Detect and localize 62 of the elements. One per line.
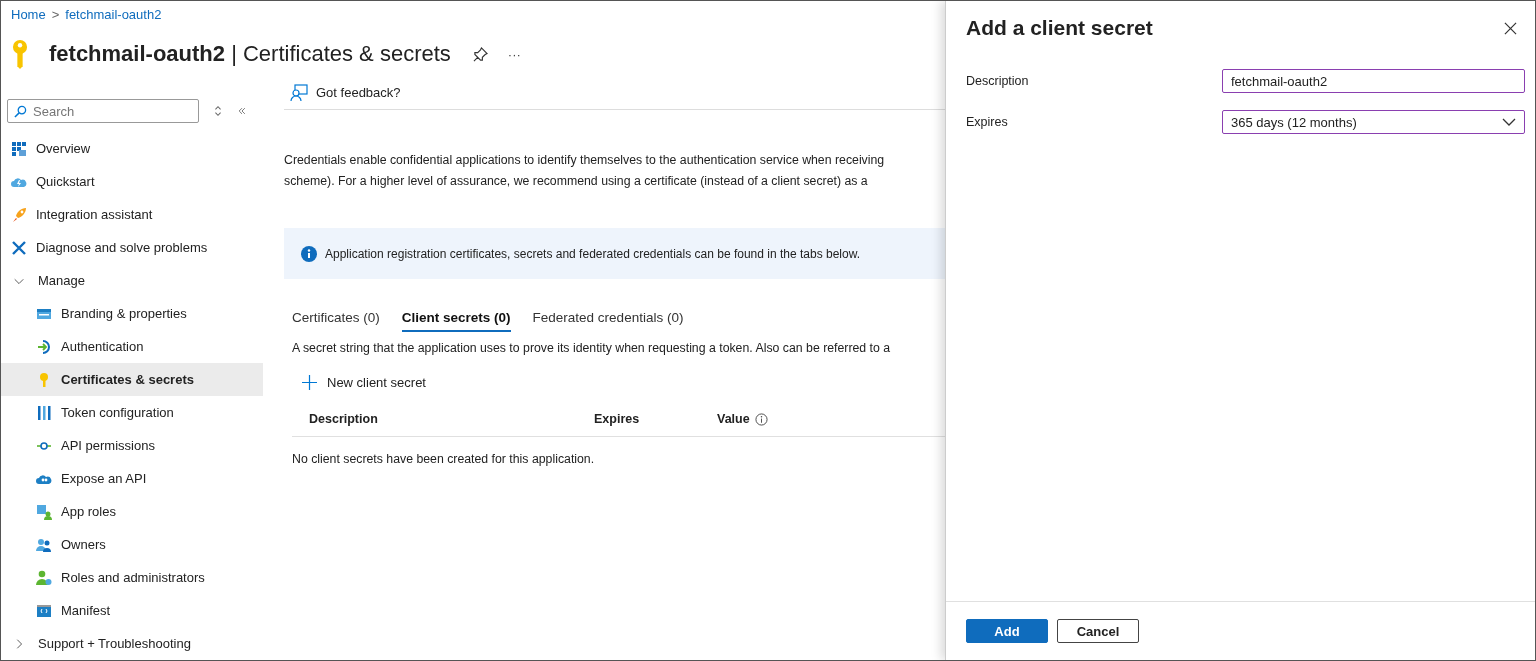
nav-item[interactable]: Token configuration (1, 396, 263, 429)
bars-icon (36, 404, 52, 421)
search-field[interactable]: Search (7, 99, 199, 123)
description-field[interactable]: fetchmail-oauth2 (1222, 69, 1525, 93)
nav-item[interactable]: Integration assistant (1, 198, 263, 231)
nav-item[interactable]: Manage (1, 264, 263, 297)
manifest-icon (36, 602, 52, 619)
field-label: Description (966, 74, 1030, 88)
nav-item[interactable]: Owners (1, 528, 263, 561)
key-icon (11, 39, 29, 69)
tab[interactable]: Federated credentials (0) (532, 304, 684, 332)
info-icon[interactable] (754, 412, 768, 426)
column-header: Value (717, 412, 750, 426)
breadcrumb-link[interactable]: fetchmail-oauth2 (65, 7, 162, 22)
chevron-icon (1502, 118, 1516, 126)
empty-message: No client secrets have been created for this application. (291, 451, 596, 468)
intro-text: scheme). For a higher level of assurance, we recommend using a certificate (instead of a client secret) as a (284, 173, 869, 190)
tools-icon (11, 239, 27, 256)
nav-item[interactable]: Diagnose and solve problems (1, 231, 263, 264)
search-icon (14, 105, 27, 118)
field-label: Expires (966, 115, 1009, 129)
nav-item[interactable]: API permissions (1, 429, 263, 462)
cancel-button[interactable]: Cancel (1057, 619, 1139, 643)
breadcrumb-link[interactable]: Home (11, 7, 46, 22)
panel-title: Add a client secret (966, 16, 1153, 40)
new-secret-button[interactable]: New client secret (284, 375, 426, 390)
nav-item[interactable]: App roles (1, 495, 263, 528)
feedback-button[interactable]: Got feedback? (284, 83, 401, 102)
nav-item[interactable]: Manifest (1, 594, 263, 627)
person-icon (36, 569, 52, 586)
expires-dropdown[interactable]: 365 days (12 months) (1222, 110, 1525, 134)
breadcrumb-separator: > (51, 7, 60, 22)
nav-item[interactable]: Quickstart (1, 165, 263, 198)
nav-item[interactable]: Branding & properties (1, 297, 263, 330)
nav-item[interactable]: Certificates & secrets (1, 363, 263, 396)
sign-in-icon (36, 338, 52, 355)
add-button[interactable]: Add (966, 619, 1048, 643)
tab[interactable]: Client secrets (0) (401, 304, 511, 332)
grid-icon (11, 140, 27, 157)
people-icon (36, 536, 52, 553)
intro-text: Credentials enable confidential applications to identify themselves to the authentication service when receiving (284, 152, 886, 169)
more-button[interactable]: ··· (507, 46, 521, 62)
column-header: Expires (594, 412, 641, 426)
feedback-icon (290, 83, 308, 102)
nav-item[interactable]: Overview (1, 132, 263, 165)
page-title: fetchmail-oauth2 | Certificates & secrets (49, 41, 451, 67)
nav-item[interactable]: Expose an API (1, 462, 263, 495)
pin-icon[interactable] (472, 46, 488, 62)
collapse-icon[interactable] (237, 105, 247, 117)
close-icon[interactable] (1504, 21, 1517, 35)
tab-description: A secret string that the application uses to prove its identity when requesting a token. Also can be referred to a (291, 340, 892, 357)
plus-icon (302, 375, 317, 390)
tab[interactable]: Certificates (0) (292, 304, 380, 332)
column-header: Description (308, 412, 379, 426)
grid-person-icon (36, 503, 52, 520)
nav-item[interactable]: Authentication (1, 330, 263, 363)
rocket-icon (11, 206, 27, 223)
info-icon (301, 245, 317, 262)
nav-item[interactable]: Roles and administrators (1, 561, 263, 594)
sort-icon[interactable] (213, 105, 223, 117)
info-text: Application registration certificates, secrets and federated credentials can be found in the tabs below. (325, 246, 860, 261)
nav-item[interactable]: Support + Troubleshooting (1, 627, 263, 660)
